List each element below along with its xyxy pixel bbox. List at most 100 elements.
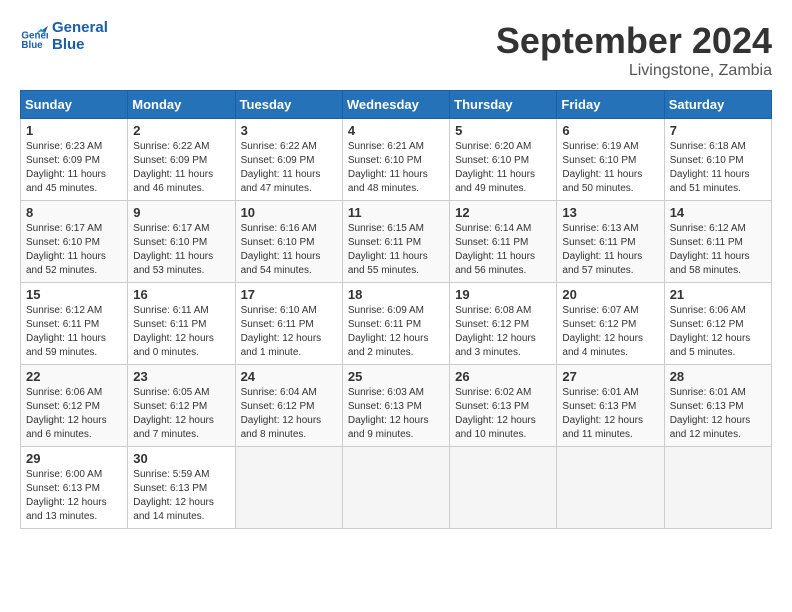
logo-icon: General Blue — [20, 23, 48, 51]
svg-text:Blue: Blue — [21, 40, 43, 51]
weekday-header: Tuesday — [235, 91, 342, 119]
calendar-cell — [557, 447, 664, 529]
day-info: Sunrise: 6:22 AMSunset: 6:09 PMDaylight:… — [241, 141, 321, 194]
day-info: Sunrise: 6:12 AMSunset: 6:11 PMDaylight:… — [26, 305, 106, 358]
day-info: Sunrise: 6:19 AMSunset: 6:10 PMDaylight:… — [562, 141, 642, 194]
day-number: 9 — [133, 205, 229, 220]
day-info: Sunrise: 5:59 AMSunset: 6:13 PMDaylight:… — [133, 469, 214, 522]
title-area: September 2024 Livingstone, Zambia — [496, 20, 772, 80]
calendar-cell: 22 Sunrise: 6:06 AMSunset: 6:12 PMDaylig… — [21, 365, 128, 447]
logo: General Blue GeneralBlue — [20, 20, 108, 53]
day-info: Sunrise: 6:17 AMSunset: 6:10 PMDaylight:… — [133, 223, 213, 276]
day-info: Sunrise: 6:10 AMSunset: 6:11 PMDaylight:… — [241, 305, 322, 358]
day-info: Sunrise: 6:07 AMSunset: 6:12 PMDaylight:… — [562, 305, 643, 358]
calendar-cell: 21 Sunrise: 6:06 AMSunset: 6:12 PMDaylig… — [664, 283, 771, 365]
calendar-cell: 5 Sunrise: 6:20 AMSunset: 6:10 PMDayligh… — [450, 119, 557, 201]
day-number: 30 — [133, 451, 229, 466]
day-number: 7 — [670, 123, 766, 138]
calendar-cell: 28 Sunrise: 6:01 AMSunset: 6:13 PMDaylig… — [664, 365, 771, 447]
calendar-cell: 13 Sunrise: 6:13 AMSunset: 6:11 PMDaylig… — [557, 201, 664, 283]
calendar-cell: 25 Sunrise: 6:03 AMSunset: 6:13 PMDaylig… — [342, 365, 449, 447]
day-number: 18 — [348, 287, 444, 302]
day-number: 2 — [133, 123, 229, 138]
day-number: 26 — [455, 369, 551, 384]
day-info: Sunrise: 6:09 AMSunset: 6:11 PMDaylight:… — [348, 305, 429, 358]
day-number: 21 — [670, 287, 766, 302]
day-info: Sunrise: 6:06 AMSunset: 6:12 PMDaylight:… — [26, 387, 107, 440]
day-number: 15 — [26, 287, 122, 302]
month-title: September 2024 — [496, 20, 772, 62]
calendar-cell: 4 Sunrise: 6:21 AMSunset: 6:10 PMDayligh… — [342, 119, 449, 201]
calendar-cell: 23 Sunrise: 6:05 AMSunset: 6:12 PMDaylig… — [128, 365, 235, 447]
day-number: 20 — [562, 287, 658, 302]
calendar-cell: 24 Sunrise: 6:04 AMSunset: 6:12 PMDaylig… — [235, 365, 342, 447]
day-number: 22 — [26, 369, 122, 384]
day-info: Sunrise: 6:23 AMSunset: 6:09 PMDaylight:… — [26, 141, 106, 194]
day-info: Sunrise: 6:14 AMSunset: 6:11 PMDaylight:… — [455, 223, 535, 276]
day-number: 25 — [348, 369, 444, 384]
calendar-week-row: 8 Sunrise: 6:17 AMSunset: 6:10 PMDayligh… — [21, 201, 772, 283]
calendar-cell: 1 Sunrise: 6:23 AMSunset: 6:09 PMDayligh… — [21, 119, 128, 201]
day-number: 1 — [26, 123, 122, 138]
day-number: 8 — [26, 205, 122, 220]
day-number: 5 — [455, 123, 551, 138]
calendar-cell: 30 Sunrise: 5:59 AMSunset: 6:13 PMDaylig… — [128, 447, 235, 529]
calendar-week-row: 1 Sunrise: 6:23 AMSunset: 6:09 PMDayligh… — [21, 119, 772, 201]
day-info: Sunrise: 6:12 AMSunset: 6:11 PMDaylight:… — [670, 223, 750, 276]
calendar-cell: 3 Sunrise: 6:22 AMSunset: 6:09 PMDayligh… — [235, 119, 342, 201]
calendar-cell: 15 Sunrise: 6:12 AMSunset: 6:11 PMDaylig… — [21, 283, 128, 365]
day-number: 17 — [241, 287, 337, 302]
calendar-week-row: 15 Sunrise: 6:12 AMSunset: 6:11 PMDaylig… — [21, 283, 772, 365]
day-info: Sunrise: 6:15 AMSunset: 6:11 PMDaylight:… — [348, 223, 428, 276]
day-number: 3 — [241, 123, 337, 138]
day-info: Sunrise: 6:05 AMSunset: 6:12 PMDaylight:… — [133, 387, 214, 440]
calendar-cell — [235, 447, 342, 529]
day-info: Sunrise: 6:13 AMSunset: 6:11 PMDaylight:… — [562, 223, 642, 276]
day-info: Sunrise: 6:01 AMSunset: 6:13 PMDaylight:… — [670, 387, 751, 440]
calendar-cell: 10 Sunrise: 6:16 AMSunset: 6:10 PMDaylig… — [235, 201, 342, 283]
weekday-header: Monday — [128, 91, 235, 119]
calendar-cell: 6 Sunrise: 6:19 AMSunset: 6:10 PMDayligh… — [557, 119, 664, 201]
day-number: 12 — [455, 205, 551, 220]
day-info: Sunrise: 6:17 AMSunset: 6:10 PMDaylight:… — [26, 223, 106, 276]
logo-text: GeneralBlue — [52, 20, 108, 53]
day-number: 27 — [562, 369, 658, 384]
calendar-cell: 12 Sunrise: 6:14 AMSunset: 6:11 PMDaylig… — [450, 201, 557, 283]
day-info: Sunrise: 6:18 AMSunset: 6:10 PMDaylight:… — [670, 141, 750, 194]
weekday-header: Sunday — [21, 91, 128, 119]
day-info: Sunrise: 6:01 AMSunset: 6:13 PMDaylight:… — [562, 387, 643, 440]
weekday-header-row: SundayMondayTuesdayWednesdayThursdayFrid… — [21, 91, 772, 119]
day-number: 28 — [670, 369, 766, 384]
calendar-cell: 2 Sunrise: 6:22 AMSunset: 6:09 PMDayligh… — [128, 119, 235, 201]
calendar-cell: 20 Sunrise: 6:07 AMSunset: 6:12 PMDaylig… — [557, 283, 664, 365]
day-number: 16 — [133, 287, 229, 302]
day-info: Sunrise: 6:08 AMSunset: 6:12 PMDaylight:… — [455, 305, 536, 358]
page-header: General Blue GeneralBlue September 2024 … — [20, 20, 772, 80]
calendar-cell: 16 Sunrise: 6:11 AMSunset: 6:11 PMDaylig… — [128, 283, 235, 365]
day-number: 24 — [241, 369, 337, 384]
day-number: 14 — [670, 205, 766, 220]
day-info: Sunrise: 6:21 AMSunset: 6:10 PMDaylight:… — [348, 141, 428, 194]
calendar-cell: 14 Sunrise: 6:12 AMSunset: 6:11 PMDaylig… — [664, 201, 771, 283]
day-number: 23 — [133, 369, 229, 384]
day-info: Sunrise: 6:22 AMSunset: 6:09 PMDaylight:… — [133, 141, 213, 194]
day-number: 19 — [455, 287, 551, 302]
weekday-header: Friday — [557, 91, 664, 119]
day-info: Sunrise: 6:20 AMSunset: 6:10 PMDaylight:… — [455, 141, 535, 194]
calendar-cell: 19 Sunrise: 6:08 AMSunset: 6:12 PMDaylig… — [450, 283, 557, 365]
weekday-header: Saturday — [664, 91, 771, 119]
day-info: Sunrise: 6:00 AMSunset: 6:13 PMDaylight:… — [26, 469, 107, 522]
location: Livingstone, Zambia — [496, 62, 772, 80]
day-number: 29 — [26, 451, 122, 466]
day-number: 4 — [348, 123, 444, 138]
calendar-cell: 29 Sunrise: 6:00 AMSunset: 6:13 PMDaylig… — [21, 447, 128, 529]
calendar-cell: 27 Sunrise: 6:01 AMSunset: 6:13 PMDaylig… — [557, 365, 664, 447]
day-info: Sunrise: 6:04 AMSunset: 6:12 PMDaylight:… — [241, 387, 322, 440]
day-number: 11 — [348, 205, 444, 220]
calendar-cell: 18 Sunrise: 6:09 AMSunset: 6:11 PMDaylig… — [342, 283, 449, 365]
day-number: 10 — [241, 205, 337, 220]
calendar-table: SundayMondayTuesdayWednesdayThursdayFrid… — [20, 90, 772, 529]
calendar-cell — [450, 447, 557, 529]
day-number: 13 — [562, 205, 658, 220]
calendar-cell: 11 Sunrise: 6:15 AMSunset: 6:11 PMDaylig… — [342, 201, 449, 283]
